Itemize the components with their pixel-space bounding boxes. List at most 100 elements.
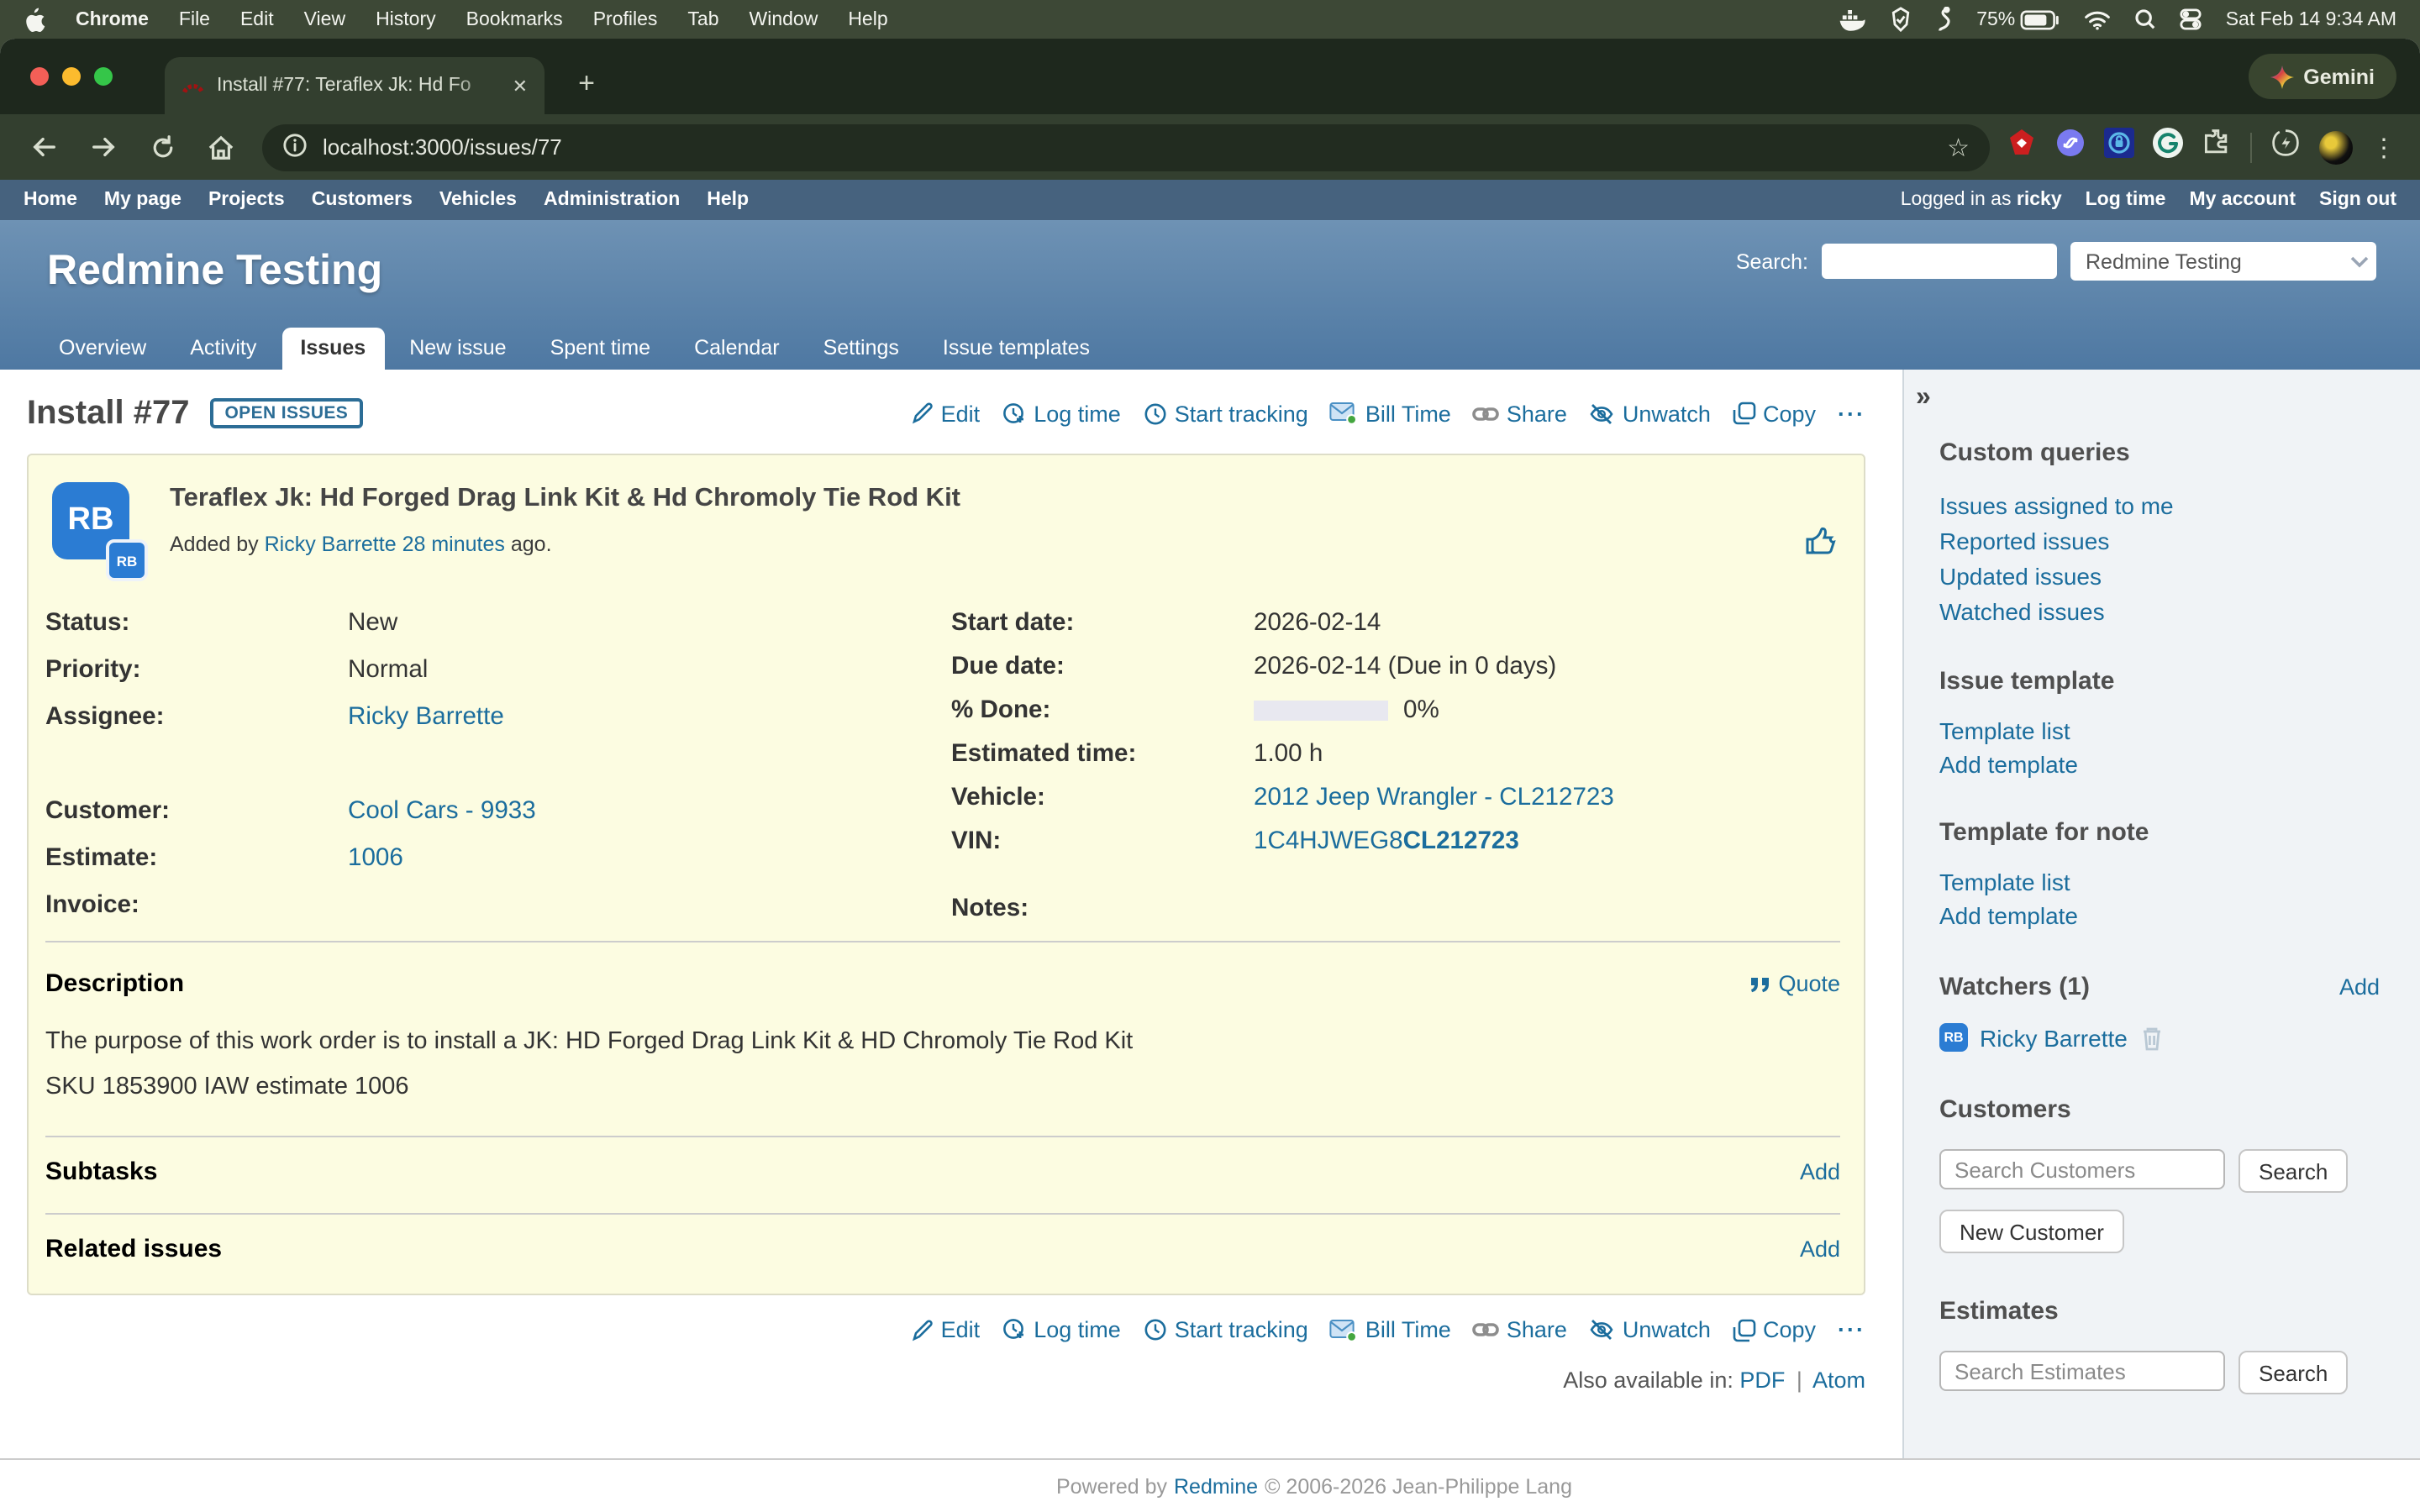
edit-button[interactable]: Edit [911,1317,981,1342]
start-tracking-button[interactable]: Start tracking [1143,401,1308,426]
extension-purple-icon[interactable] [2055,128,2086,166]
gemini-button[interactable]: Gemini [2248,54,2396,99]
chrome-menu-icon[interactable]: ⋮ [2371,132,2396,162]
assignee-link[interactable]: Ricky Barrette [348,705,504,732]
log-time-button[interactable]: Log time [1002,401,1121,426]
battery-saver-icon[interactable] [2270,128,2301,166]
extension-lock-icon[interactable] [2104,128,2134,166]
vehicle-link[interactable]: 2012 Jeep Wrangler - CL212723 [1254,785,1614,811]
new-customer-button[interactable]: New Customer [1939,1210,2124,1253]
tab-calendar[interactable]: Calendar [676,328,797,370]
search-customers-button[interactable]: Search [2238,1149,2348,1193]
copy-button[interactable]: Copy [1733,1317,1816,1342]
apple-icon[interactable] [24,7,45,32]
close-window-button[interactable] [30,67,49,86]
open-issues-badge[interactable]: OPEN ISSUES [209,398,363,428]
search-estimates-button[interactable]: Search [2238,1351,2348,1394]
log-time-button[interactable]: Log time [1002,1317,1121,1342]
template-list-link[interactable]: Template list [1939,716,2380,748]
bill-time-button[interactable]: Bill Time [1330,1317,1451,1342]
bill-time-button[interactable]: Bill Time [1330,401,1451,426]
extension-red-icon[interactable] [2007,128,2037,166]
sidebar-link-updated-issues[interactable]: Updated issues [1939,559,2380,595]
pdf-link[interactable]: PDF [1739,1368,1785,1393]
start-tracking-button[interactable]: Start tracking [1143,1317,1308,1342]
topmenu-my-page[interactable]: My page [104,190,182,210]
bookmark-star-icon[interactable]: ☆ [1947,132,1970,162]
author-link[interactable]: Ricky Barrette [265,533,397,556]
menubar-item-help[interactable]: Help [848,9,887,29]
add-related-issue-link[interactable]: Add [1800,1236,1840,1262]
estimate-link[interactable]: 1006 [348,844,403,871]
topmenu-home[interactable]: Home [24,190,77,210]
spotlight-search-icon[interactable] [2135,8,2157,30]
topmenu-customers[interactable]: Customers [312,190,413,210]
delete-watcher-icon[interactable] [2139,1024,2165,1051]
zoom-window-button[interactable] [94,67,113,86]
menubar-item-view[interactable]: View [304,9,345,29]
wifi-icon[interactable] [2085,9,2112,29]
tab-issues[interactable]: Issues [281,328,384,370]
sidebar-collapse-icon[interactable]: » [1916,383,1931,413]
minimize-window-button[interactable] [62,67,81,86]
share-button[interactable]: Share [1473,401,1567,426]
shield-icon[interactable] [1889,7,1912,32]
menubar-clock[interactable]: Sat Feb 14 9:34 AM [2226,9,2396,29]
template-list-link[interactable]: Template list [1939,867,2380,900]
project-select[interactable]: Redmine Testing [2070,242,2376,281]
topmenu-administration[interactable]: Administration [544,190,680,210]
menubar-item-window[interactable]: Window [750,9,818,29]
topmenu-vehicles[interactable]: Vehicles [439,190,517,210]
reload-icon[interactable] [134,122,190,172]
tab-new-issue[interactable]: New issue [391,328,524,370]
atom-link[interactable]: Atom [1812,1368,1865,1393]
home-icon[interactable] [193,122,249,172]
profile-avatar[interactable] [2319,130,2353,164]
sidebar-link-reported-issues[interactable]: Reported issues [1939,524,2380,559]
new-tab-button[interactable]: + [568,66,605,102]
add-watcher-link[interactable]: Add [2339,974,2380,1000]
edit-button[interactable]: Edit [911,401,981,426]
tab-issue-templates[interactable]: Issue templates [924,328,1108,370]
topmenu-sign-out[interactable]: Sign out [2319,190,2396,210]
tab-spent-time[interactable]: Spent time [532,328,670,370]
vin-link[interactable]: 1C4HJWEG8CL212723 [1254,828,1519,855]
unwatch-button[interactable]: Unwatch [1589,1317,1711,1342]
topmenu-help[interactable]: Help [707,190,749,210]
menubar-item-file[interactable]: File [179,9,210,29]
grammarly-icon[interactable] [2153,128,2183,166]
add-subtask-link[interactable]: Add [1800,1159,1840,1184]
tab-close-icon[interactable]: ✕ [513,75,528,97]
add-template-link[interactable]: Add template [1939,900,2380,932]
menubar-item-history[interactable]: History [376,9,436,29]
menubar-item-profiles[interactable]: Profiles [593,9,658,29]
menubar-item-tab[interactable]: Tab [687,9,718,29]
add-template-link[interactable]: Add template [1939,748,2380,781]
back-icon[interactable] [17,122,72,172]
docker-icon[interactable] [1839,8,1865,31]
more-actions-button[interactable]: ··· [1838,401,1865,426]
redmine-link[interactable]: Redmine [1174,1474,1258,1498]
control-center-icon[interactable] [2181,8,2202,30]
added-when-link[interactable]: 28 minutes [402,533,505,556]
thumbs-up-icon[interactable] [1805,526,1837,564]
site-info-icon[interactable] [282,132,308,162]
snake-icon[interactable] [1936,6,1953,33]
browser-tab[interactable]: Install #77: Teraflex Jk: Hd Fo ✕ [165,57,544,114]
share-button[interactable]: Share [1473,1317,1567,1342]
watcher-name-link[interactable]: Ricky Barrette [1980,1024,2128,1051]
sidebar-link-issues-assigned[interactable]: Issues assigned to me [1939,489,2380,524]
menubar-item-chrome[interactable]: Chrome [76,9,149,29]
customer-link[interactable]: Cool Cars - 9933 [348,797,536,824]
sidebar-link-watched-issues[interactable]: Watched issues [1939,595,2380,630]
topmenu-projects[interactable]: Projects [208,190,285,210]
topmenu-log-time[interactable]: Log time [2086,190,2166,210]
battery-indicator[interactable]: 75% [1976,9,2060,29]
address-bar[interactable]: localhost:3000/issues/77 ☆ [262,123,1990,171]
search-input[interactable] [1822,244,2057,279]
tab-overview[interactable]: Overview [40,328,165,370]
topmenu-my-account[interactable]: My account [2189,190,2296,210]
quote-button[interactable]: Quote [1749,971,1840,996]
copy-button[interactable]: Copy [1733,401,1816,426]
menubar-item-edit[interactable]: Edit [240,9,274,29]
